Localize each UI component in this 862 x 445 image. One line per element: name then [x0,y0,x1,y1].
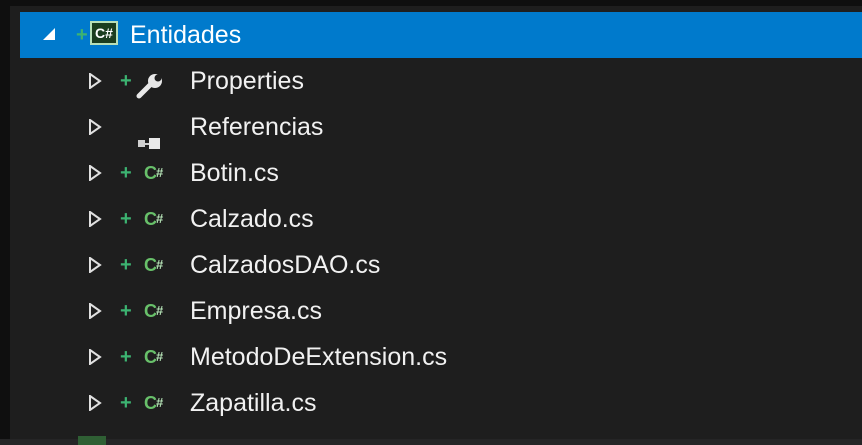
csharp-file-icon: C# [144,209,163,229]
cs-hash: # [156,211,163,226]
cs-hash: # [156,165,163,180]
tree-item-file[interactable]: + C# CalzadosDAO.cs [20,242,862,288]
project-icon-peek [78,436,106,445]
cs-hash: # [156,257,163,272]
plus-icon: + [120,254,132,276]
item-label: Empresa.cs [190,297,322,325]
solution-explorer: + C# Entidades + Properties Referencias … [0,0,862,445]
collapsed-arrow-icon[interactable] [88,104,104,150]
item-label: Referencias [190,113,324,141]
tree-item-file[interactable]: + C# Calzado.cs [20,196,862,242]
cs-letter: C [144,393,157,413]
item-label: Properties [190,67,304,95]
collapsed-arrow-icon[interactable] [88,58,104,104]
plus-icon: + [120,70,132,92]
expanded-arrow-icon[interactable] [42,12,58,58]
project-label: Entidades [130,21,242,49]
collapsed-arrow-icon[interactable] [88,242,104,288]
csharp-file-icon: C# [144,255,163,275]
csharp-file-icon: C# [144,301,163,321]
tree-item-file[interactable]: + C# Empresa.cs [20,288,862,334]
plus-icon: + [120,300,132,322]
tree-item-file[interactable]: + C# Botin.cs [20,150,862,196]
cs-hash: # [156,395,163,410]
references-icon [138,120,182,149]
collapsed-arrow-icon[interactable] [88,288,104,334]
cs-hash: # [156,303,163,318]
solution-tree: + C# Entidades + Properties Referencias … [20,12,862,426]
collapsed-arrow-icon[interactable] [88,196,104,242]
csharp-file-icon: C# [144,347,163,367]
csharp-file-icon: C# [144,393,163,413]
plus-icon: + [120,208,132,230]
cs-letter: C [144,163,157,183]
collapsed-arrow-icon[interactable] [88,150,104,196]
item-label: MetodoDeExtension.cs [190,343,448,371]
cs-letter: C [144,255,157,275]
plus-icon: + [120,346,132,368]
next-project-peek [10,436,862,445]
tree-item-referencias[interactable]: Referencias [20,104,862,150]
cs-letter: C [144,209,157,229]
item-label: CalzadosDAO.cs [190,251,381,279]
cs-letter: C [144,301,157,321]
cs-hash: # [156,349,163,364]
tree-project-entidades[interactable]: + C# Entidades [20,12,862,58]
item-label: Zapatilla.cs [190,389,317,417]
collapsed-arrow-icon[interactable] [88,334,104,380]
collapsed-arrow-icon[interactable] [88,380,104,426]
csharp-project-icon: C# [90,21,118,45]
plus-icon: + [120,162,132,184]
item-label: Botin.cs [190,159,279,187]
plus-icon: + [120,392,132,414]
tree-item-file[interactable]: + C# Zapatilla.cs [20,380,862,426]
csharp-file-icon: C# [144,163,163,183]
item-label: Calzado.cs [190,205,314,233]
tree-item-file[interactable]: + C# MetodoDeExtension.cs [20,334,862,380]
cs-letter: C [144,347,157,367]
plus-icon: + [76,24,88,46]
wrench-icon [136,68,164,99]
tree-item-properties[interactable]: + Properties [20,58,862,104]
